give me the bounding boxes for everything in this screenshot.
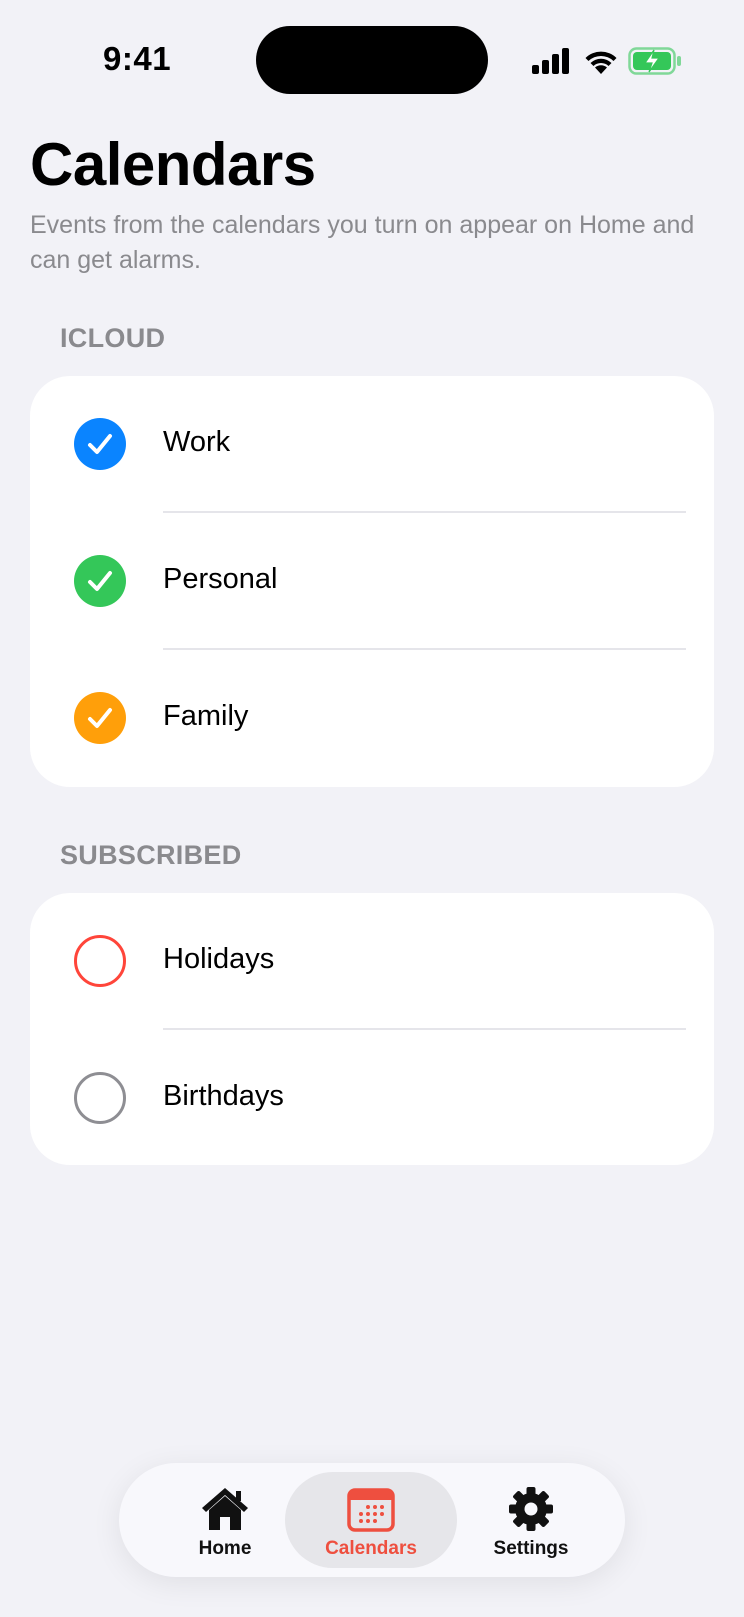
dynamic-island: [256, 26, 488, 94]
empty-circle-icon: [74, 935, 126, 987]
checkmark-circle-icon: [74, 692, 126, 744]
battery-charging-icon: [628, 47, 681, 75]
calendar-label: Birthdays: [163, 1080, 284, 1112]
tab-label: Settings: [493, 1538, 569, 1559]
subscribed-calendar-list: Holidays Birthdays: [30, 893, 714, 1165]
calendar-row-work[interactable]: Work: [30, 376, 714, 513]
calendar-toggle-work[interactable]: [74, 418, 126, 470]
calendar-label: Holidays: [163, 943, 275, 975]
calendar-row-holidays[interactable]: Holidays: [30, 893, 714, 1030]
gear-icon: [509, 1487, 553, 1531]
tab-settings[interactable]: Settings: [445, 1472, 617, 1568]
checkmark-circle-icon: [74, 555, 126, 607]
status-time: 9:41: [103, 40, 172, 77]
calendar-toggle-birthdays[interactable]: [74, 1072, 126, 1124]
tab-bar: Home Calendars Settings: [119, 1463, 625, 1577]
tab-calendars[interactable]: Calendars: [285, 1472, 457, 1568]
calendar-toggle-personal[interactable]: [74, 555, 126, 607]
checkmark-circle-icon: [74, 418, 126, 470]
calendar-row-family[interactable]: Family: [30, 650, 714, 787]
calendar-label: Work: [163, 426, 231, 458]
page-title: Calendars: [30, 131, 316, 198]
calendar-row-personal[interactable]: Personal: [30, 513, 714, 650]
house-icon: [202, 1488, 248, 1530]
section-header-icloud: ICLOUD: [60, 323, 166, 353]
calendar-toggle-holidays[interactable]: [74, 935, 126, 987]
empty-circle-icon: [74, 1072, 126, 1124]
status-icons: [532, 44, 682, 76]
calendar-row-birthdays[interactable]: Birthdays: [30, 1030, 714, 1167]
cellular-signal-icon: [532, 48, 569, 74]
calendar-toggle-family[interactable]: [74, 692, 126, 744]
wifi-icon: [585, 51, 617, 74]
section-header-subscribed: SUBSCRIBED: [60, 840, 242, 870]
calendar-icon: [347, 1488, 395, 1532]
tab-label: Calendars: [325, 1538, 417, 1559]
calendar-label: Family: [163, 700, 249, 732]
calendar-label: Personal: [163, 563, 278, 595]
status-bar: 9:41: [0, 0, 744, 110]
icloud-calendar-list: Work Personal Family: [30, 376, 714, 787]
page-subtitle: Events from the calendars you turn on ap…: [30, 211, 695, 274]
